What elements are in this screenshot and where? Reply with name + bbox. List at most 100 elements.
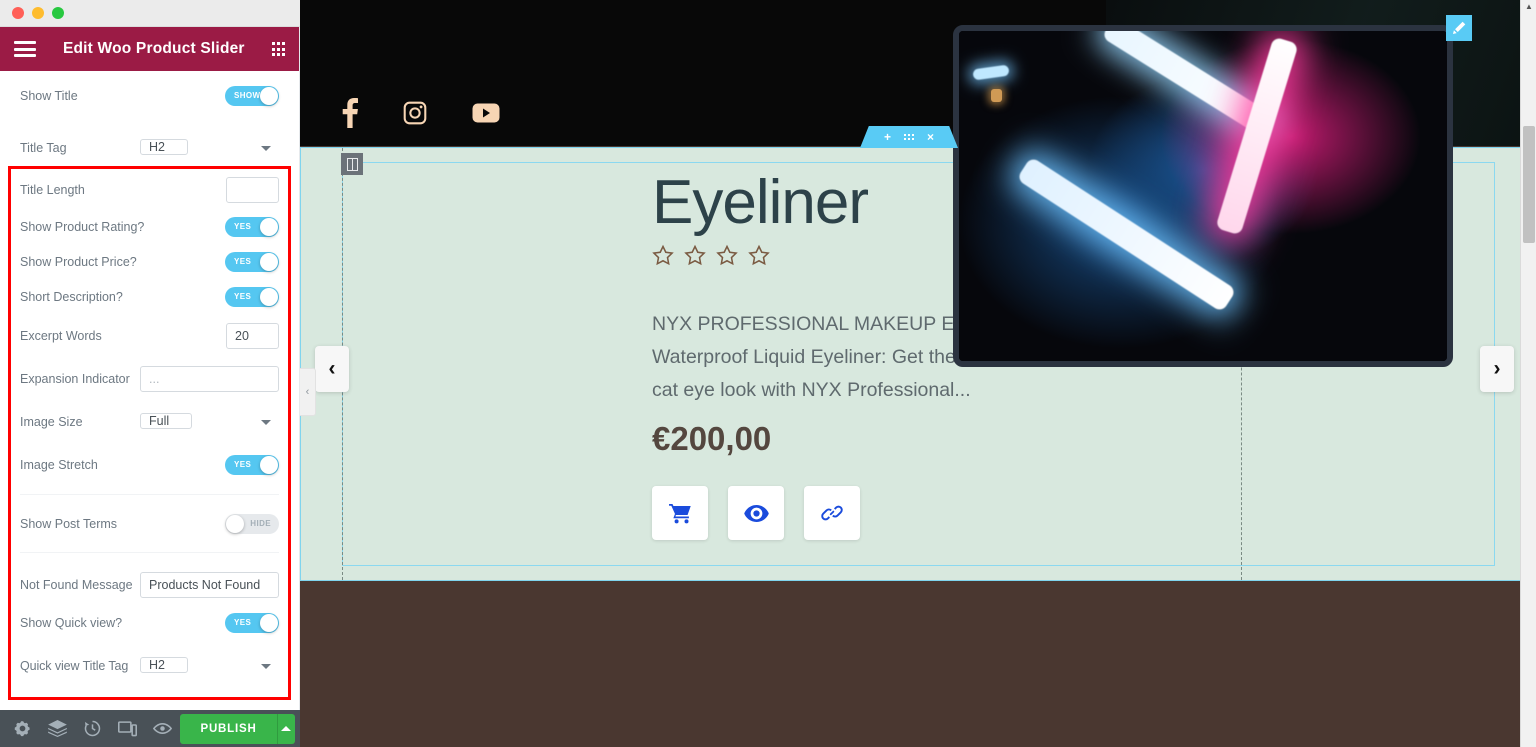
window-minimize-button[interactable] xyxy=(32,7,44,19)
not-found-message-input[interactable] xyxy=(140,571,279,598)
toggle-text: YES xyxy=(234,221,252,231)
star-icon-2 xyxy=(684,244,706,266)
settings-gear-icon[interactable] xyxy=(5,710,40,747)
toggle-text: HIDE xyxy=(250,518,271,528)
show-product-price-toggle[interactable]: YES xyxy=(225,251,279,272)
show-title-toggle[interactable]: SHOW xyxy=(225,85,279,106)
page-title: Edit Woo Product Slider xyxy=(62,40,245,57)
panel-body: Show Title SHOW Title Tag H2 Title Lengt… xyxy=(0,78,299,710)
product-rating xyxy=(651,244,771,267)
quick-view-title-tag-select[interactable]: H2 xyxy=(140,657,188,673)
control-label: Image Size xyxy=(20,414,83,429)
social-links xyxy=(342,98,500,128)
product-image[interactable] xyxy=(953,25,1453,367)
control-show-title[interactable]: Show Title SHOW xyxy=(0,78,299,113)
control-label: Show Product Price? xyxy=(20,254,137,269)
instagram-icon[interactable] xyxy=(402,100,428,126)
slider-next-button[interactable]: › xyxy=(1480,346,1514,392)
control-label: Show Post Terms xyxy=(20,516,118,531)
image-size-select[interactable]: Full xyxy=(140,413,193,429)
toggle-text: YES xyxy=(234,459,252,469)
control-label: Expansion Indicator xyxy=(20,371,130,386)
window-close-button[interactable] xyxy=(12,7,24,19)
publish-options-arrow-icon[interactable] xyxy=(276,713,295,744)
control-image-stretch[interactable]: Image Stretch YES xyxy=(0,447,299,482)
control-short-description[interactable]: Short Description? YES xyxy=(0,279,299,314)
divider xyxy=(20,552,279,553)
panel-footer-toolbar: PUBLISH xyxy=(0,710,300,747)
control-show-product-price[interactable]: Show Product Price? YES xyxy=(0,244,299,279)
control-label: Show Title xyxy=(20,88,78,103)
edit-widget-pencil-icon[interactable] xyxy=(1446,15,1472,41)
control-excerpt-words[interactable]: Excerpt Words xyxy=(0,318,299,353)
title-length-input[interactable] xyxy=(226,176,279,203)
toggle-text: YES xyxy=(234,291,252,301)
window-maximize-button[interactable] xyxy=(52,7,64,19)
control-show-post-terms[interactable]: Show Post Terms HIDE xyxy=(0,506,299,541)
control-label: Show Quick view? xyxy=(20,615,123,630)
responsive-mode-icon[interactable] xyxy=(110,710,145,747)
control-expansion-indicator[interactable]: Expansion Indicator xyxy=(0,361,299,396)
product-price: €200,00 xyxy=(652,420,772,457)
section-toolbar[interactable]: + × xyxy=(860,126,958,148)
show-quick-view-toggle[interactable]: YES xyxy=(225,612,279,633)
delete-section-icon[interactable]: × xyxy=(927,130,934,144)
control-title-length[interactable]: Title Length xyxy=(0,172,299,207)
control-quick-view-title-tag[interactable]: Quick view Title Tag H2 xyxy=(0,648,299,683)
panel-collapse-handle[interactable]: ‹ xyxy=(300,368,316,416)
expansion-indicator-input[interactable] xyxy=(140,365,279,392)
history-clock-icon[interactable] xyxy=(75,710,110,747)
control-label: Title Length xyxy=(20,182,85,197)
elementor-panel: Edit Woo Product Slider Show Title SHOW … xyxy=(0,27,300,710)
show-product-rating-toggle[interactable]: YES xyxy=(225,216,279,237)
youtube-icon[interactable] xyxy=(472,103,500,123)
facebook-icon[interactable] xyxy=(342,98,358,128)
scrollbar-up-arrow[interactable]: ▲ xyxy=(1521,2,1536,11)
scrollbar-thumb[interactable] xyxy=(1523,126,1535,243)
control-image-size[interactable]: Image Size Full xyxy=(0,404,299,439)
chevron-down-icon xyxy=(261,420,271,425)
divider xyxy=(20,494,279,495)
control-label: Not Found Message xyxy=(20,577,133,592)
add-to-cart-icon[interactable] xyxy=(652,486,708,540)
quick-view-eye-icon[interactable] xyxy=(728,486,784,540)
toggle-text: YES xyxy=(234,617,252,627)
slider-prev-button[interactable]: ‹ xyxy=(315,346,349,392)
title-tag-select[interactable]: H2 xyxy=(140,139,188,155)
drag-section-handle-icon[interactable] xyxy=(904,134,914,140)
product-link-icon[interactable] xyxy=(804,486,860,540)
grid-icon[interactable] xyxy=(271,42,285,56)
add-section-icon[interactable]: + xyxy=(884,130,891,144)
control-label: Title Tag xyxy=(20,140,67,155)
navigator-layers-icon[interactable] xyxy=(40,710,75,747)
excerpt-words-input[interactable] xyxy=(226,322,279,349)
control-not-found-message[interactable]: Not Found Message xyxy=(0,567,299,602)
publish-button[interactable]: PUBLISH xyxy=(180,713,296,744)
panel-header: Edit Woo Product Slider xyxy=(0,27,299,71)
star-icon-1 xyxy=(652,244,674,266)
canvas-scrollbar[interactable]: ▲ xyxy=(1520,0,1536,747)
preview-eye-icon[interactable] xyxy=(145,710,180,747)
control-label: Show Product Rating? xyxy=(20,219,145,234)
photo-warm-speck xyxy=(991,89,1002,102)
toggle-text: SHOW xyxy=(234,90,261,100)
control-label: Image Stretch xyxy=(20,457,98,472)
control-label: Short Description? xyxy=(20,289,123,304)
control-label: Quick view Title Tag xyxy=(20,658,129,673)
short-description-toggle[interactable]: YES xyxy=(225,286,279,307)
hamburger-icon[interactable] xyxy=(14,41,36,57)
control-title-tag[interactable]: Title Tag H2 xyxy=(0,130,299,165)
macos-titlebar xyxy=(0,0,300,27)
chevron-down-icon xyxy=(261,664,271,669)
publish-label: PUBLISH xyxy=(200,722,257,735)
control-show-quick-view[interactable]: Show Quick view? YES xyxy=(0,605,299,640)
toggle-text: YES xyxy=(234,256,252,266)
preview-canvas: + × Eyeliner NYX PROFESSIONAL MAKEUP Epi… xyxy=(300,0,1536,747)
star-icon-4 xyxy=(748,244,770,266)
product-image-photo xyxy=(959,31,1447,361)
chevron-down-icon xyxy=(261,146,271,151)
column-handle-icon[interactable] xyxy=(341,153,363,175)
image-stretch-toggle[interactable]: YES xyxy=(225,454,279,475)
control-show-product-rating[interactable]: Show Product Rating? YES xyxy=(0,209,299,244)
show-post-terms-toggle[interactable]: HIDE xyxy=(225,513,279,534)
